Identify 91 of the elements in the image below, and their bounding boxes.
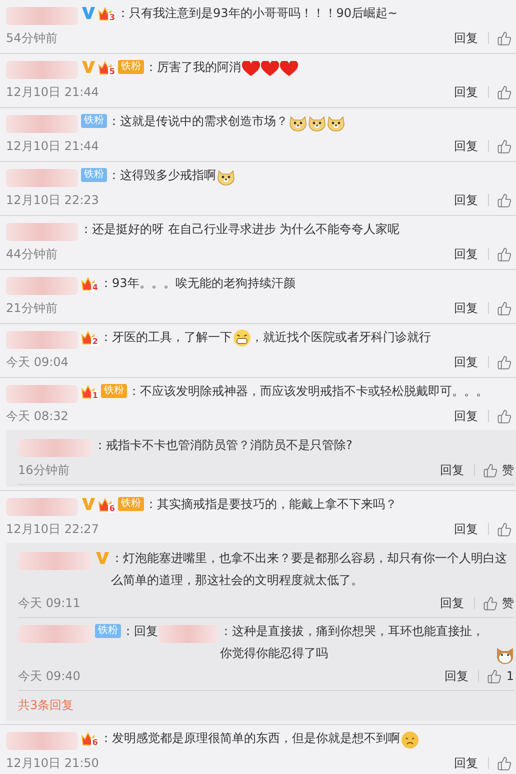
timestamp: 16分钟前	[18, 462, 70, 479]
comment-text: ，就近找个医院或者牙科门诊就行	[251, 329, 431, 346]
redacted-name	[6, 330, 78, 349]
redacted-name	[6, 222, 78, 241]
redacted-name	[6, 6, 78, 25]
level-number: 5	[108, 66, 116, 76]
comment-text: ：其实摘戒指是要技巧的，能戴上拿不下来吗？	[145, 496, 397, 513]
level-number: 1	[91, 390, 99, 400]
comment-text: ：戒指卡不卡也管消防员管？消防员不是只管除?	[94, 437, 352, 454]
comment-text: ：厉害了我的阿消	[145, 59, 241, 76]
timestamp: 今天 09:04	[6, 354, 68, 371]
redacted-name	[6, 114, 78, 133]
reply-button[interactable]: 回复	[438, 594, 466, 612]
grinning-face-icon	[232, 328, 250, 347]
comment-text: ：93年。。。唉无能的老狗持续汗颜	[100, 275, 296, 292]
level-number: 6	[91, 738, 99, 747]
like-count[interactable]: 赞	[502, 461, 514, 479]
redacted-name	[6, 384, 78, 403]
comment-text: ：这种是直接拔，痛到你想哭，耳环也能直接扯，你觉得你能忍得了吗	[220, 623, 485, 662]
like-icon[interactable]	[497, 138, 512, 154]
heart-icon	[280, 60, 298, 77]
timestamp: 12月10日 21:44	[6, 84, 99, 101]
reply-button[interactable]: 回复	[452, 191, 480, 209]
redacted-name	[6, 168, 78, 187]
redacted-name	[6, 498, 78, 516]
comment-text: ：回复	[122, 623, 158, 640]
timestamp: 12月10日 21:44	[6, 138, 99, 155]
reply-button[interactable]: 回复	[452, 29, 480, 47]
level-number: 2	[91, 336, 99, 346]
level-number: 4	[91, 282, 99, 292]
reply-button[interactable]: 回复	[452, 754, 480, 772]
like-icon[interactable]	[497, 408, 512, 424]
reply-button[interactable]: 回复	[452, 353, 480, 371]
like-icon[interactable]	[483, 596, 498, 610]
timestamp: 12月10日 21:50	[6, 755, 99, 772]
reply-button[interactable]: 回复	[442, 667, 470, 685]
comment-text: ：发明感觉都是原理很简单的东西，但是你就是想不到啊	[100, 730, 400, 747]
timestamp: 今天 09:40	[18, 668, 80, 685]
reply-button[interactable]: 回复	[452, 520, 480, 538]
fan-badge: 铁粉	[101, 384, 127, 398]
timestamp: 54分钟前	[6, 30, 58, 47]
comment-text: ：灯泡能塞进嘴里，也拿不出来？要是都那么容易，却只有你一个人明白这么简单的道理，那这社会的文明程度就太低了。	[111, 550, 508, 589]
like-icon[interactable]	[487, 668, 502, 684]
level-number: 6	[108, 504, 116, 513]
sad-face-icon	[400, 730, 418, 749]
dog-face-icon	[288, 114, 306, 132]
dog-face-icon	[326, 114, 344, 132]
like-count[interactable]: 1	[506, 667, 514, 685]
timestamp: 今天 08:32	[6, 408, 68, 425]
like-count[interactable]: 赞	[502, 594, 514, 612]
cat-face-icon	[496, 646, 514, 664]
redacted-name	[6, 732, 78, 750]
heart-icon	[242, 60, 260, 77]
redacted-name	[6, 276, 78, 295]
reply-button[interactable]: 回复	[452, 83, 480, 101]
like-icon[interactable]	[497, 192, 512, 208]
fan-badge: 铁粉	[118, 60, 144, 74]
timestamp: 44分钟前	[6, 246, 58, 263]
like-icon[interactable]	[497, 84, 512, 100]
level-number: 3	[108, 12, 116, 22]
like-icon[interactable]	[497, 756, 512, 770]
redacted-name	[158, 624, 218, 643]
timestamp: 今天 09:11	[18, 595, 80, 612]
timestamp: 21分钟前	[6, 300, 58, 317]
comment-text: ：不应该发明除戒神器，而应该发明戒指不卡或轻松脱戴即可。。。	[128, 383, 488, 400]
comment-text: ：这得毁多少戒指啊	[108, 167, 216, 184]
like-icon[interactable]	[483, 462, 498, 478]
comment-text: ：还是挺好的呀 在自己行业寻求进步 为什么不能夸夸人家呢	[80, 221, 400, 238]
fan-badge: 铁粉	[81, 114, 107, 128]
comment-text: ：牙医的工具，了解一下	[100, 329, 232, 346]
dog-face-icon	[216, 168, 234, 186]
reply-button[interactable]: 回复	[452, 407, 480, 425]
comment-text: ：只有我注意到是93年的小哥哥吗！！！90后崛起~	[117, 5, 398, 22]
reply-button[interactable]: 回复	[452, 137, 480, 155]
reply-button[interactable]: 回复	[452, 245, 480, 263]
comment-text: ：这就是传说中的需求创造市场？	[108, 113, 288, 130]
redacted-name	[6, 60, 78, 79]
dog-face-icon	[308, 114, 326, 132]
timestamp: 12月10日 22:23	[6, 192, 99, 209]
fan-badge: 铁粉	[81, 168, 107, 182]
reply-button[interactable]: 回复	[438, 461, 466, 479]
timestamp: 12月10日 22:27	[6, 521, 99, 538]
like-icon[interactable]	[497, 354, 512, 370]
fan-badge: 铁粉	[95, 624, 121, 638]
heart-icon	[260, 60, 278, 77]
like-icon[interactable]	[497, 30, 512, 46]
like-icon[interactable]	[497, 522, 512, 536]
like-icon[interactable]	[497, 246, 512, 262]
like-icon[interactable]	[497, 300, 512, 316]
fan-badge: 铁粉	[118, 497, 144, 511]
reply-button[interactable]: 回复	[452, 299, 480, 317]
